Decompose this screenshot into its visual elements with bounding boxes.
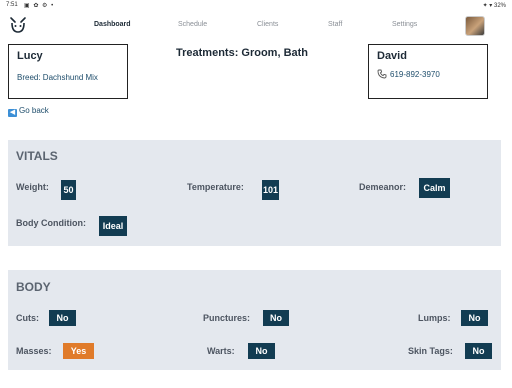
temperature-value[interactable]: 101 <box>262 180 279 200</box>
owner-phone-row[interactable]: 619-892-3970 <box>377 69 440 79</box>
back-arrow-icon: ◀ <box>8 109 17 117</box>
demeanor-label: Demeanor: <box>359 182 407 192</box>
lumps-label: Lumps: <box>418 313 451 323</box>
warts-value[interactable]: No <box>248 343 275 359</box>
avatar[interactable] <box>465 16 485 36</box>
pet-breed: Breed: Dachshund Mix <box>17 73 98 82</box>
demeanor-value[interactable]: Calm <box>419 178 450 198</box>
punctures-label: Punctures: <box>203 313 251 323</box>
owner-name: David <box>377 50 407 62</box>
cuts-label: Cuts: <box>16 313 39 323</box>
nav-schedule[interactable]: Schedule <box>178 21 207 28</box>
weight-label: Weight: <box>16 182 49 192</box>
status-bar: 7:51 ▣ ✿ ⚙ • ✦ ▾ 32% <box>0 0 512 10</box>
paw-logo-icon[interactable] <box>8 15 28 35</box>
treatments-heading: Treatments: Groom, Bath <box>176 47 309 59</box>
weight-value[interactable]: 50 <box>61 180 76 200</box>
skin-tags-value[interactable]: No <box>465 343 492 359</box>
nav-staff[interactable]: Staff <box>328 21 342 28</box>
vitals-title: VITALS <box>16 149 58 163</box>
nav-settings[interactable]: Settings <box>392 21 417 28</box>
body-condition-label: Body Condition: <box>16 218 86 228</box>
phone-icon <box>377 69 387 79</box>
nav-dashboard[interactable]: Dashboard <box>94 21 131 28</box>
body-panel: BODY Cuts: No Punctures: No Lumps: No Ma… <box>8 270 501 370</box>
vitals-panel: VITALS Weight: 50 Temperature: 101 Demea… <box>8 140 501 246</box>
owner-phone[interactable]: 619-892-3970 <box>390 70 440 79</box>
punctures-value[interactable]: No <box>263 310 289 326</box>
temperature-label: Temperature: <box>187 182 244 192</box>
go-back-link[interactable]: ◀ Go back <box>8 106 49 117</box>
skin-tags-label: Skin Tags: <box>408 346 453 356</box>
masses-value[interactable]: Yes <box>63 343 94 359</box>
body-condition-value[interactable]: Ideal <box>99 216 127 236</box>
pet-name: Lucy <box>17 50 43 62</box>
nav-clients[interactable]: Clients <box>257 21 278 28</box>
masses-label: Masses: <box>16 346 52 356</box>
owner-card: David 619-892-3970 <box>368 44 488 99</box>
status-time: 7:51 <box>6 2 18 8</box>
lumps-value[interactable]: No <box>461 310 488 326</box>
cuts-value[interactable]: No <box>49 310 76 326</box>
top-nav: Dashboard Schedule Clients Staff Setting… <box>0 10 512 40</box>
body-title: BODY <box>16 280 51 294</box>
warts-label: Warts: <box>207 346 235 356</box>
status-battery: ✦ ▾ 32% <box>482 3 506 9</box>
status-icons: ▣ ✿ ⚙ • <box>24 3 55 9</box>
pet-card: Lucy Breed: Dachshund Mix <box>8 44 128 99</box>
go-back-label: Go back <box>19 106 49 115</box>
